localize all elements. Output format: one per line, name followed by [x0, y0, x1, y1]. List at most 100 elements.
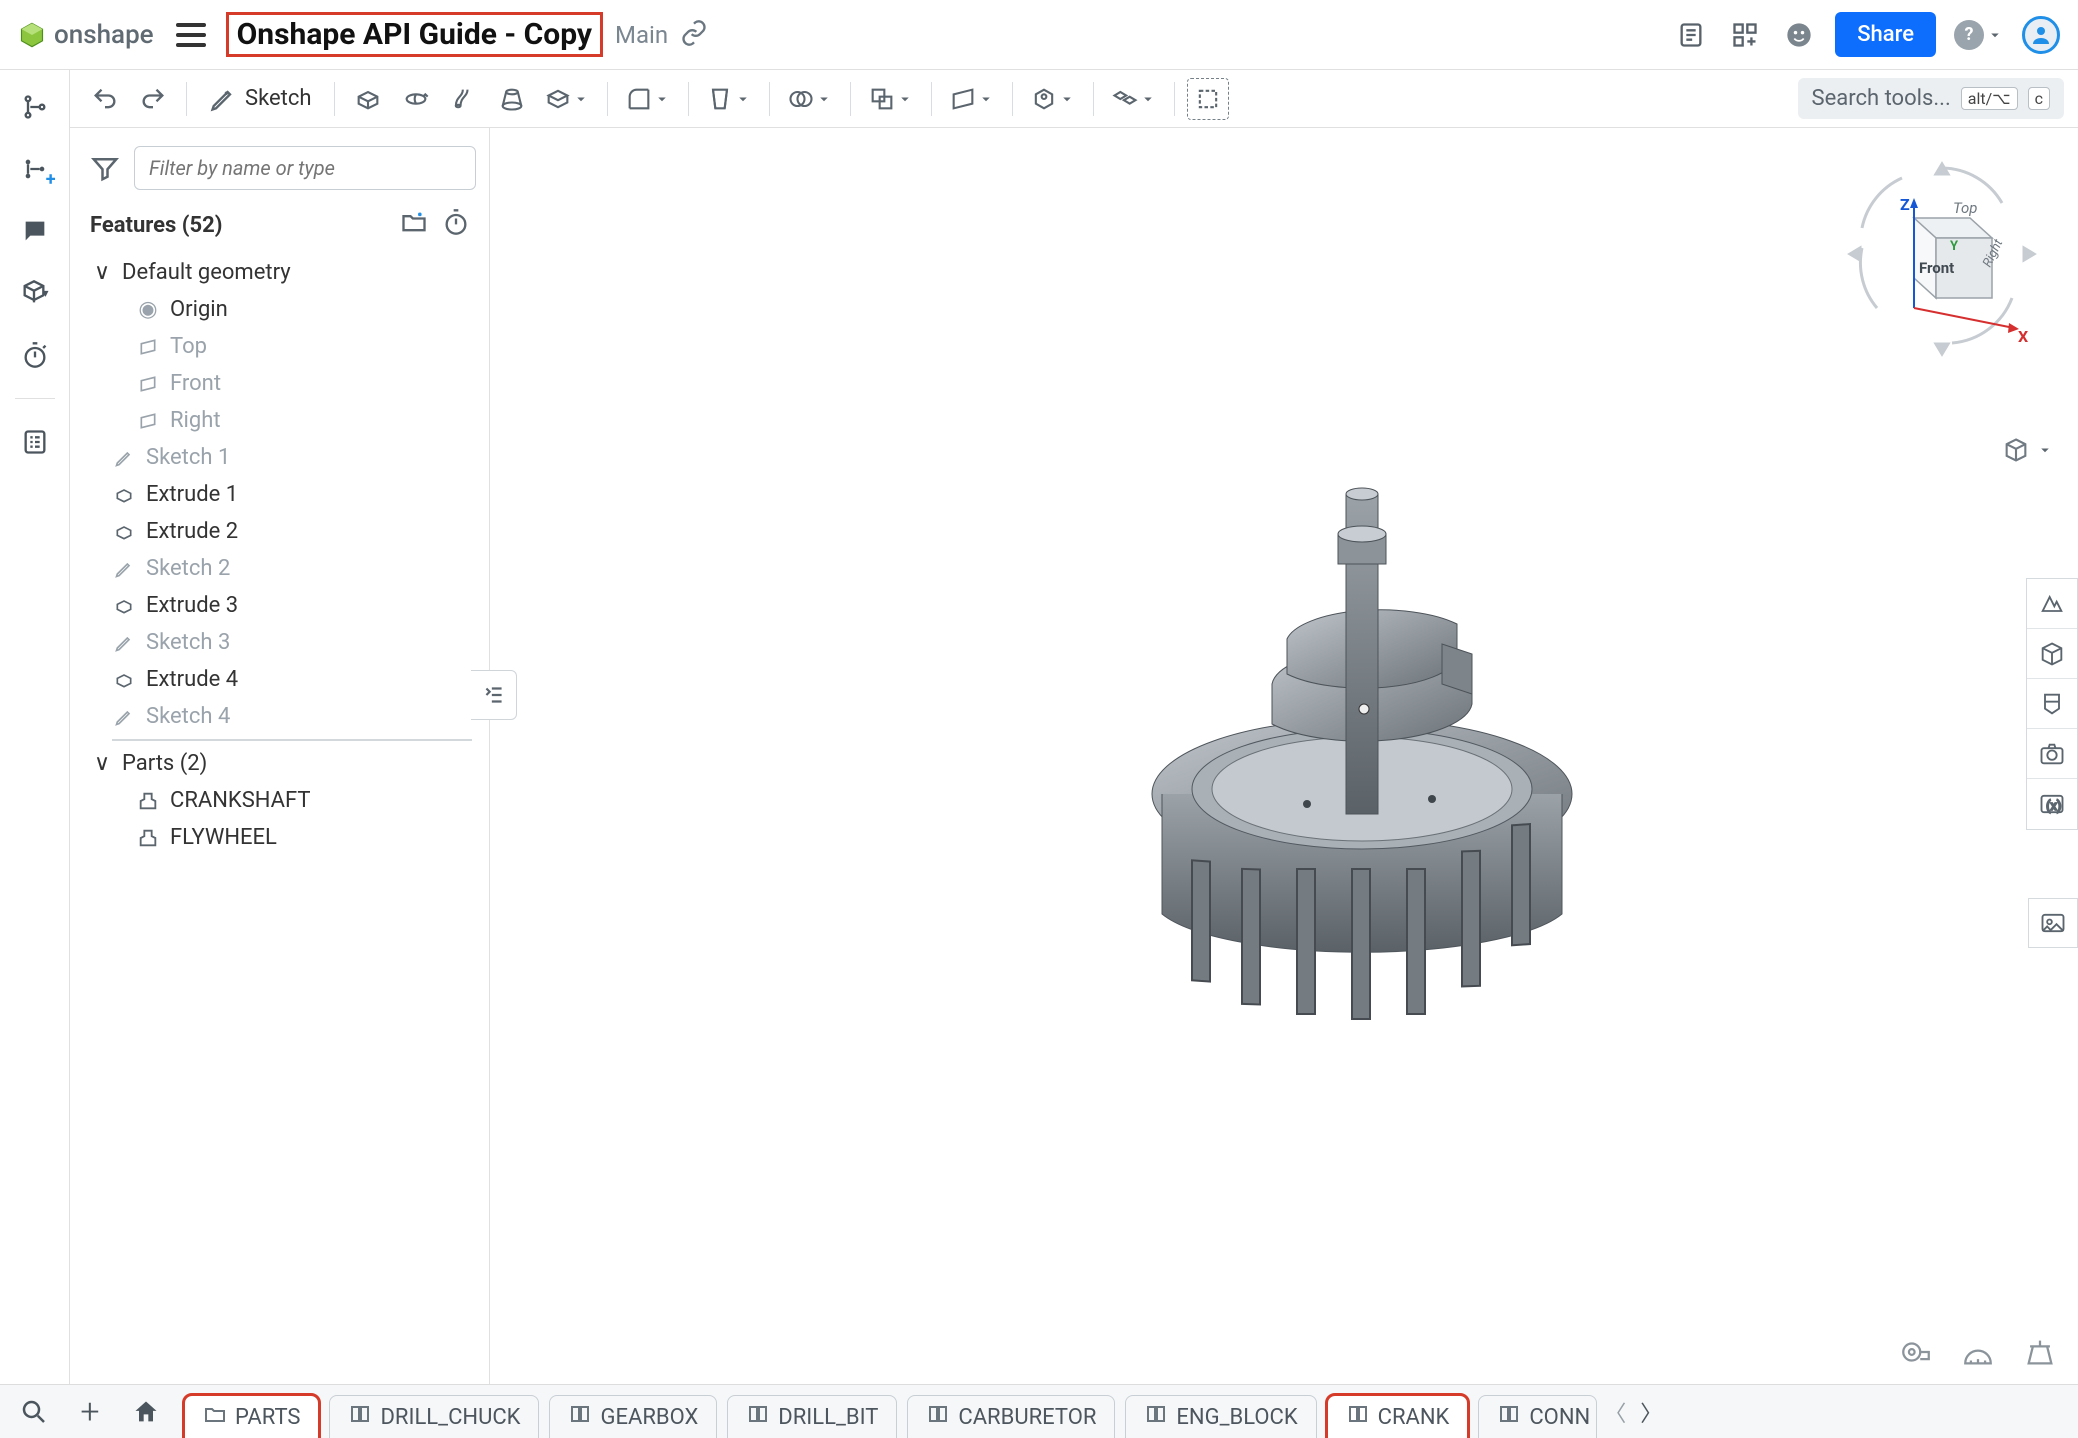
- version-graph-icon[interactable]: [16, 88, 54, 126]
- part-icon: [136, 789, 160, 813]
- rollback-bar[interactable]: [112, 735, 472, 745]
- partstudio-icon: [1144, 1402, 1168, 1432]
- image-tool[interactable]: [2028, 898, 2078, 948]
- help-button[interactable]: ?: [1954, 20, 2004, 50]
- tree-extrude-1[interactable]: Extrude 1: [84, 476, 480, 513]
- thicken-tool[interactable]: [539, 78, 595, 120]
- panel-collapse-handle[interactable]: [471, 670, 517, 720]
- draft-tool[interactable]: [701, 78, 757, 120]
- tree-sketch-3[interactable]: Sketch 3: [84, 624, 480, 661]
- document-props-icon[interactable]: [1673, 17, 1709, 53]
- fillet-tool[interactable]: [620, 78, 676, 120]
- tree-extrude-3[interactable]: Extrude 3: [84, 587, 480, 624]
- model-canvas[interactable]: Top Front Right Z X Y (: [490, 128, 2078, 1384]
- document-title[interactable]: Onshape API Guide - Copy: [226, 12, 603, 57]
- logo-text: onshape: [54, 20, 154, 50]
- add-feature-folder-icon[interactable]: [400, 208, 428, 242]
- sweep-tool[interactable]: [443, 78, 485, 120]
- filter-icon[interactable]: [90, 153, 120, 183]
- tree-plane-top[interactable]: Top: [84, 328, 480, 365]
- tree-parts-header[interactable]: ∨ Parts (2): [84, 745, 480, 782]
- svg-text:(x): (x): [2046, 799, 2061, 814]
- appearance-tool[interactable]: [2027, 579, 2077, 629]
- extrude-icon: [112, 668, 136, 692]
- user-avatar[interactable]: [2022, 16, 2060, 54]
- chevron-down-icon: [2036, 441, 2054, 459]
- share-button[interactable]: Share: [1835, 12, 1936, 57]
- tab-parts[interactable]: PARTS: [184, 1395, 319, 1438]
- tree-label: Top: [170, 334, 207, 359]
- tree-plane-right[interactable]: Right: [84, 402, 480, 439]
- section-tool[interactable]: [2027, 679, 2077, 729]
- tabs-scroll-left[interactable]: 〈: [1597, 1390, 1633, 1434]
- loft-tool[interactable]: [491, 78, 533, 120]
- tree-origin[interactable]: ◉ Origin: [84, 291, 480, 328]
- tree-extrude-4[interactable]: Extrude 4: [84, 661, 480, 698]
- search-kbd-2: c: [2028, 87, 2050, 110]
- logo[interactable]: onshape: [18, 20, 154, 50]
- rollback-history-icon[interactable]: [442, 208, 470, 242]
- tape-measure-icon[interactable]: [1896, 1332, 1936, 1372]
- render-mode-button[interactable]: [2002, 436, 2054, 464]
- protractor-icon[interactable]: [1958, 1332, 1998, 1372]
- sketch-button[interactable]: Sketch: [199, 85, 322, 113]
- home-tab[interactable]: [118, 1390, 174, 1434]
- boolean-tool[interactable]: [782, 78, 838, 120]
- transform-tool[interactable]: [863, 78, 919, 120]
- variables-tool[interactable]: (x): [2027, 779, 2077, 829]
- insert-icon[interactable]: +: [16, 150, 54, 188]
- tab-drill-chuck[interactable]: DRILL_CHUCK: [329, 1395, 539, 1438]
- mass-props-icon[interactable]: [2020, 1332, 2060, 1372]
- bom-icon[interactable]: [16, 423, 54, 461]
- tabs-scroll-right[interactable]: 〉: [1633, 1390, 1669, 1434]
- tab-eng-block[interactable]: ENG_BLOCK: [1125, 1395, 1316, 1438]
- stopwatch-icon[interactable]: [16, 336, 54, 374]
- tree-sketch-4[interactable]: Sketch 4: [84, 698, 480, 735]
- revolve-tool[interactable]: [395, 78, 437, 120]
- chevron-down-icon: ∨: [92, 751, 112, 776]
- help-icon: ?: [1954, 20, 1984, 50]
- part-studio-icon[interactable]: ▾: [16, 274, 54, 312]
- camera-tool[interactable]: [2027, 729, 2077, 779]
- tree-default-geometry[interactable]: ∨ Default geometry: [84, 254, 480, 291]
- feature-toolbar: Sketch Search too: [70, 70, 2078, 128]
- tab-carburetor[interactable]: CARBURETOR: [907, 1395, 1115, 1438]
- tab-drill-bit[interactable]: DRILL_BIT: [727, 1395, 897, 1438]
- tree-plane-front[interactable]: Front: [84, 365, 480, 402]
- app-store-icon[interactable]: [1727, 17, 1763, 53]
- isometric-tool[interactable]: [2027, 629, 2077, 679]
- search-tabs-icon[interactable]: [6, 1390, 62, 1434]
- learning-center-icon[interactable]: [1781, 17, 1817, 53]
- extrude-icon: [112, 520, 136, 544]
- extrude-tool[interactable]: [347, 78, 389, 120]
- onshape-logo-icon: [18, 21, 46, 49]
- undo-button[interactable]: [84, 78, 126, 120]
- plane-tool[interactable]: [944, 78, 1000, 120]
- comments-icon[interactable]: [16, 212, 54, 250]
- tab-label: CONN: [1529, 1405, 1590, 1430]
- tree-label: Default geometry: [122, 260, 291, 285]
- filter-input[interactable]: [134, 146, 476, 190]
- tree-extrude-2[interactable]: Extrude 2: [84, 513, 480, 550]
- branch-label[interactable]: Main: [615, 21, 668, 49]
- redo-button[interactable]: [132, 78, 174, 120]
- menu-button[interactable]: [176, 23, 206, 47]
- search-tools[interactable]: Search tools... alt/⌥ c: [1798, 78, 2064, 119]
- tab-conn[interactable]: CONN: [1478, 1395, 1597, 1438]
- add-tab-button[interactable]: +: [62, 1390, 118, 1434]
- cube-icon: [2002, 436, 2030, 464]
- tab-label: CARBURETOR: [958, 1405, 1096, 1430]
- tree-label: CRANKSHAFT: [170, 788, 311, 813]
- tree-sketch-1[interactable]: Sketch 1: [84, 439, 480, 476]
- tab-gearbox[interactable]: GEARBOX: [549, 1395, 717, 1438]
- tree-sketch-2[interactable]: Sketch 2: [84, 550, 480, 587]
- selection-tool[interactable]: [1187, 78, 1229, 120]
- view-cube[interactable]: Top Front Right Z X Y: [1842, 158, 2042, 358]
- hole-tool[interactable]: [1025, 78, 1081, 120]
- tab-crank[interactable]: CRANK: [1327, 1395, 1469, 1438]
- tree-label: FLYWHEEL: [170, 825, 277, 850]
- copy-link-icon[interactable]: [680, 19, 708, 51]
- pattern-tool[interactable]: [1106, 78, 1162, 120]
- part-crankshaft[interactable]: CRANKSHAFT: [84, 782, 480, 819]
- part-flywheel[interactable]: FLYWHEEL: [84, 819, 480, 856]
